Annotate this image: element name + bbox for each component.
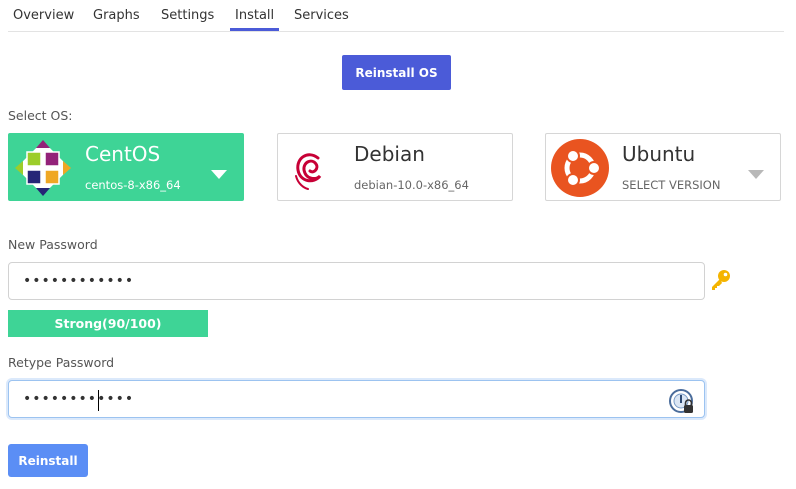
os-version-ubuntu: SELECT VERSION: [622, 178, 721, 192]
os-name-ubuntu: Ubuntu: [622, 142, 696, 166]
os-version-centos: centos-8-x86_64: [85, 178, 181, 192]
os-card-ubuntu[interactable]: Ubuntu SELECT VERSION: [545, 133, 781, 201]
select-os-label: Select OS:: [8, 108, 73, 123]
new-password-input[interactable]: [8, 262, 705, 300]
chevron-down-icon[interactable]: [748, 170, 764, 179]
password-strength-meter: Strong(90/100): [8, 310, 208, 337]
reinstall-button[interactable]: Reinstall: [8, 444, 88, 477]
ubuntu-logo-icon: [551, 139, 609, 197]
tab-bar: Overview Graphs Settings Install Service…: [8, 0, 784, 32]
os-name-debian: Debian: [354, 142, 425, 166]
retype-password-input[interactable]: [8, 380, 705, 418]
tab-overview[interactable]: Overview: [13, 8, 74, 30]
reinstall-os-button[interactable]: Reinstall OS: [342, 55, 451, 90]
debian-logo-icon: [295, 153, 322, 190]
tab-graphs[interactable]: Graphs: [93, 8, 140, 30]
retype-password-label: Retype Password: [8, 355, 115, 370]
password-manager-icon[interactable]: [668, 388, 696, 416]
tab-install[interactable]: Install: [230, 8, 280, 31]
tab-settings[interactable]: Settings: [161, 8, 214, 30]
new-password-label: New Password: [8, 237, 98, 252]
centos-logo-icon: [15, 140, 71, 196]
text-cursor: [98, 390, 99, 411]
os-card-debian[interactable]: Debian debian-10.0-x86_64: [277, 133, 513, 201]
tab-services[interactable]: Services: [294, 8, 349, 30]
os-card-centos[interactable]: CentOS centos-8-x86_64: [8, 133, 244, 201]
os-name-centos: CentOS: [85, 142, 161, 166]
chevron-down-icon[interactable]: [211, 170, 227, 179]
os-version-debian: debian-10.0-x86_64: [354, 178, 469, 192]
key-icon[interactable]: [708, 268, 732, 292]
